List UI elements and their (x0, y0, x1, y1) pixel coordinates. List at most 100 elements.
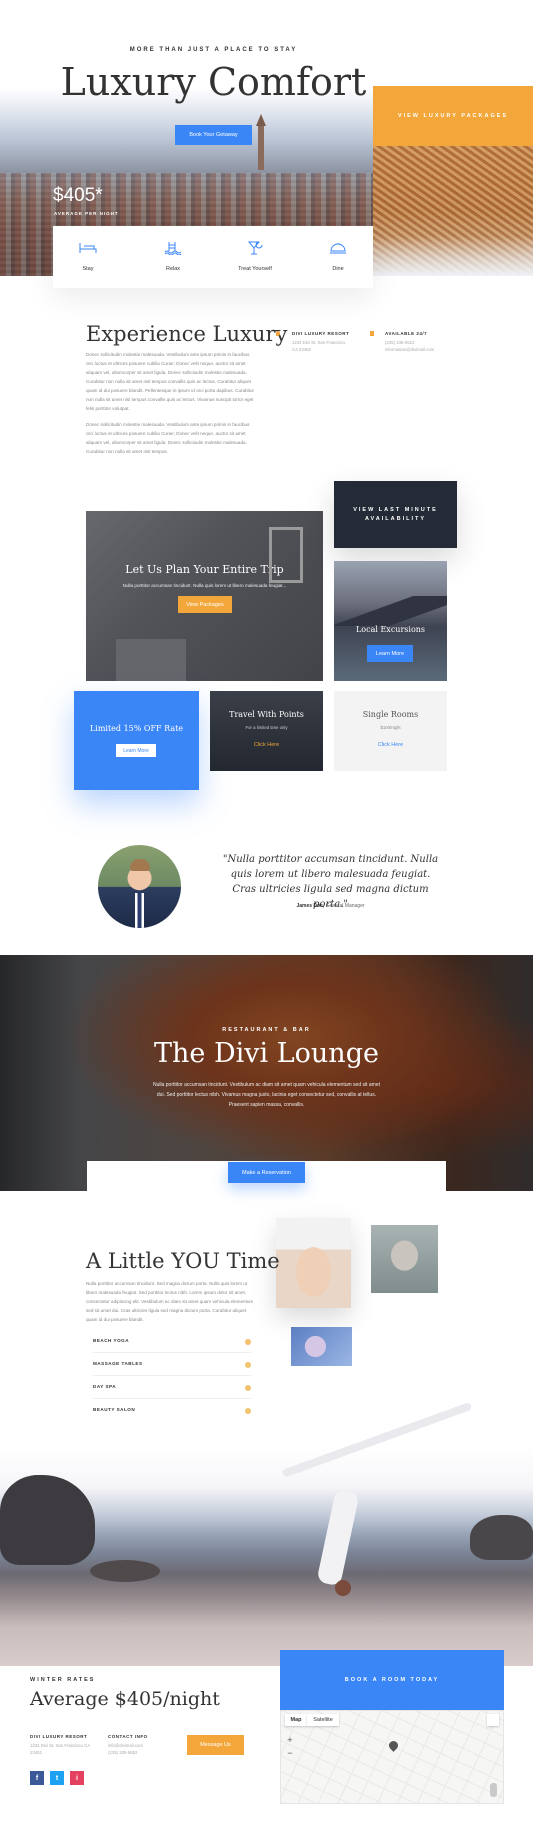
experience-para-2: Donec sollicitudin molestie malesuada. V… (86, 422, 250, 454)
lounge-text: Nulla porttitor accumsan tincidunt. Vest… (152, 1082, 381, 1108)
map-tab-map[interactable]: Map (285, 1714, 307, 1726)
you-time-title: A Little YOU Time (86, 1249, 280, 1273)
flowers-image (291, 1327, 352, 1366)
zoom-in-icon[interactable]: + (285, 1735, 295, 1745)
excursion-learn-more-button[interactable]: Learn More (367, 645, 413, 662)
footer-resort-label: DIVI LUXURY RESORT (30, 1734, 88, 1739)
pool-icon (138, 238, 208, 258)
facebook-icon[interactable]: f (30, 1771, 44, 1785)
list-item[interactable]: BEACH YOGA (93, 1331, 251, 1353)
bell-tower (256, 114, 266, 170)
list-item-label: BEACH YOGA (93, 1338, 130, 1343)
pegman-icon[interactable] (490, 1783, 497, 1797)
lounge-eyebrow: RESTAURANT & BAR (222, 1027, 311, 1033)
footer-resort-address: 1234 Divi St. San Francisco CA 23452 (30, 1743, 90, 1755)
experience-title: Experience Luxury (86, 322, 288, 346)
list-item-label: DAY SPA (93, 1384, 117, 1389)
google-map[interactable]: Map Satellite + − (280, 1710, 504, 1804)
author-name: James Doe, (296, 903, 325, 909)
author-role: General Manager (325, 903, 365, 909)
list-dot-icon (245, 1362, 251, 1368)
make-reservation-button[interactable]: Make a Reservation (228, 1162, 305, 1183)
list-item[interactable]: MASSAGE TABLES (93, 1354, 251, 1376)
view-luxury-packages-button[interactable]: VIEW LUXURY PACKAGES (373, 86, 533, 146)
single-rooms-card: Single Rooms $100/night Click Here (334, 691, 447, 771)
available-email[interactable]: information@divimail.com (385, 346, 434, 353)
straw-umbrella-image (373, 146, 533, 276)
spa-face-image (276, 1218, 351, 1308)
yogi-head (335, 1580, 351, 1596)
plan-title: Let Us Plan Your Entire Trip (125, 563, 284, 576)
points-title: Travel With Points (229, 710, 304, 719)
fullscreen-icon[interactable] (487, 1714, 499, 1726)
hero-price: $405* (53, 185, 103, 206)
zoom-out-icon[interactable]: − (285, 1748, 295, 1758)
message-us-button[interactable]: Message Us (187, 1735, 244, 1755)
plan-text: Nulla porttitor accumsan tincidunt. Null… (122, 583, 287, 588)
list-dot-icon (245, 1385, 251, 1391)
local-excursions-card: Local Excursions Learn More (334, 561, 447, 681)
travel-points-card: Travel With Points For a limited time on… (210, 691, 323, 771)
amenity-label: Treat Yourself (238, 266, 272, 272)
limited-rate-card: Limited 15% OFF Rate Learn More (74, 691, 199, 790)
view-packages-button[interactable]: View Packages (178, 596, 232, 613)
bed-icon (53, 238, 123, 258)
rate-title: Limited 15% OFF Rate (89, 724, 184, 733)
lounge-background-image (0, 955, 533, 1191)
amenities-bar: Stay Relax Treat Yourself Dine (53, 226, 373, 288)
rooms-link[interactable]: Click Here (334, 742, 447, 748)
points-link[interactable]: Click Here (210, 742, 323, 748)
cocktail-icon (220, 238, 290, 258)
you-time-text: Nulla porttitor accumsan tincidunt. Sed … (86, 1281, 254, 1322)
buddha-statue-image (371, 1225, 438, 1293)
rooms-title: Single Rooms (362, 710, 419, 719)
amenity-relax[interactable]: Relax (138, 238, 208, 272)
experience-para-1: Donec sollicitudin molestie malesuada. V… (86, 352, 255, 411)
amenity-label: Dine (332, 266, 344, 272)
location-icon (276, 331, 280, 336)
list-dot-icon (245, 1339, 251, 1345)
map-tab-satellite[interactable]: Satellite (307, 1714, 339, 1726)
footer-contact-phone: (235) 325-5652 (108, 1750, 138, 1755)
book-getaway-button[interactable]: Book Your Getaway (175, 125, 252, 145)
amenity-dine[interactable]: Dine (303, 238, 373, 272)
testimonial-author: James Doe, General Manager (218, 903, 443, 909)
footer-contact-email[interactable]: info@divimail.com (108, 1742, 143, 1749)
rate-learn-more-button[interactable]: Learn More (116, 744, 156, 757)
available-phone: (235) 235-9521 (385, 340, 415, 345)
rooms-price: $100/night (380, 725, 401, 730)
list-item-label: BEAUTY SALON (93, 1407, 136, 1412)
footer-contact-label: CONTACT INFO (108, 1734, 148, 1739)
last-minute-availability-button[interactable]: VIEW LAST MINUTE AVAILABILITY (334, 481, 457, 548)
amenity-label: Relax (165, 266, 181, 272)
footer-title: Average $405/night (30, 1688, 220, 1710)
amenity-label: Stay (82, 266, 94, 272)
resort-label: DIVI LUXURY RESORT (292, 331, 350, 336)
points-text: For a limited time only (245, 725, 288, 730)
last-minute-label: VIEW LAST MINUTE AVAILABILITY (353, 506, 438, 522)
rock (470, 1515, 533, 1560)
rock (90, 1560, 160, 1582)
hero-eyebrow: MORE THAN JUST A PLACE TO STAY (129, 47, 298, 53)
phone-icon (370, 331, 374, 336)
amenity-treat[interactable]: Treat Yourself (220, 238, 290, 272)
excursion-title: Local Excursions (355, 625, 426, 634)
list-item[interactable]: DAY SPA (93, 1377, 251, 1399)
list-dot-icon (245, 1408, 251, 1414)
hero-price-note: AVERAGE PER NIGHT (54, 211, 119, 216)
list-item[interactable]: BEAUTY SALON (93, 1400, 251, 1422)
amenity-stay[interactable]: Stay (53, 238, 123, 272)
cloche-icon (303, 238, 373, 258)
map-pin-icon (387, 1739, 400, 1752)
available-label: AVAILABLE 24/7 (385, 331, 428, 336)
list-item-label: MASSAGE TABLES (93, 1361, 143, 1366)
lounge-title: The Divi Lounge (154, 1038, 379, 1069)
avatar (98, 845, 181, 928)
instagram-icon[interactable]: i (70, 1771, 84, 1785)
resort-address: 1234 Divi St. San Francisco, CA 23452 (292, 340, 347, 352)
hero-title: Luxury Comfort (60, 60, 367, 104)
twitter-icon[interactable]: t (50, 1771, 64, 1785)
book-room-today-button[interactable]: BOOK A ROOM TODAY (280, 1650, 504, 1710)
footer-eyebrow: WINTER RATES (30, 1677, 96, 1683)
plan-trip-card: Let Us Plan Your Entire Trip Nulla portt… (86, 511, 323, 681)
